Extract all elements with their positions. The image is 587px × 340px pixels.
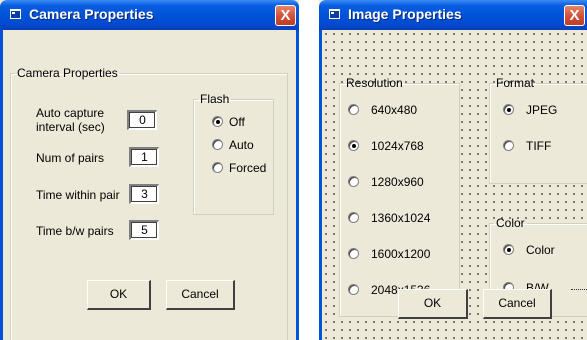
resolution-1024x768-radio[interactable]: 1024x768: [348, 138, 424, 154]
radio-icon: [348, 248, 359, 260]
resolution-640x480-radio[interactable]: 640x480: [348, 102, 417, 118]
hidden-button-edge: [571, 289, 587, 291]
close-button[interactable]: X: [275, 5, 296, 26]
time-between-pairs-input[interactable]: 5: [129, 220, 159, 240]
window-title: Camera Properties: [29, 6, 154, 22]
num-pairs-label: Num of pairs: [36, 151, 105, 165]
resolution-1280x960-radio[interactable]: 1280x960: [348, 174, 424, 190]
radio-icon: [503, 104, 514, 116]
close-icon: X: [280, 7, 291, 24]
cancel-button[interactable]: Cancel: [166, 280, 235, 310]
radio-icon: [212, 116, 223, 128]
color-color-radio[interactable]: Color: [503, 242, 555, 258]
radio-icon: [212, 162, 223, 174]
ok-button[interactable]: OK: [398, 289, 468, 319]
flash-auto-radio[interactable]: Auto: [212, 137, 254, 153]
format-tiff-radio[interactable]: TIFF: [503, 138, 551, 154]
resolution-group-label: Resolution: [346, 76, 403, 90]
close-icon: X: [569, 7, 580, 24]
resolution-1360x1024-radio[interactable]: 1360x1024: [348, 210, 430, 226]
radio-icon: [348, 140, 359, 152]
title-bar[interactable]: Image Properties X: [319, 0, 587, 30]
app-icon: [10, 9, 21, 19]
flash-forced-radio[interactable]: Forced: [212, 160, 266, 176]
resolution-1600x1200-radio[interactable]: 1600x1200: [348, 246, 430, 262]
radio-icon: [348, 212, 359, 224]
format-group: Format: [489, 76, 587, 184]
time-within-pair-label: Time within pair: [36, 188, 120, 202]
auto-capture-input[interactable]: 0: [127, 110, 157, 130]
time-between-pairs-label: Time b/w pairs: [36, 224, 114, 238]
radio-icon: [348, 104, 359, 116]
dialog-body: Camera Properties Auto capture interval …: [0, 30, 299, 340]
app-icon: [329, 9, 340, 19]
radio-icon: [503, 244, 514, 256]
format-jpeg-radio[interactable]: JPEG: [503, 102, 557, 118]
num-pairs-input[interactable]: 1: [129, 147, 159, 167]
close-button[interactable]: X: [564, 5, 585, 26]
auto-capture-label: Auto capture interval (sec): [36, 106, 105, 134]
radio-icon: [348, 284, 359, 296]
ok-button[interactable]: OK: [87, 280, 151, 310]
camera-properties-window: Camera Properties X Camera Properties Au…: [0, 0, 299, 340]
window-title: Image Properties: [348, 6, 462, 22]
dialog-body: Resolution 640x480 1024x768 1280x960 136…: [319, 30, 587, 340]
title-bar[interactable]: Camera Properties X: [0, 0, 299, 30]
flash-group: Flash: [193, 92, 274, 215]
radio-icon: [348, 176, 359, 188]
format-group-label: Format: [496, 76, 535, 90]
flash-off-radio[interactable]: Off: [212, 114, 245, 130]
radio-icon: [212, 139, 223, 151]
group-label: Camera Properties: [17, 66, 118, 80]
cancel-button[interactable]: Cancel: [483, 289, 552, 319]
time-within-pair-input[interactable]: 3: [129, 184, 159, 204]
color-group-label: Color: [496, 216, 525, 230]
radio-icon: [503, 140, 514, 152]
image-properties-window: Image Properties X Resolution 640x480 10…: [319, 0, 587, 340]
flash-group-label: Flash: [200, 92, 230, 106]
